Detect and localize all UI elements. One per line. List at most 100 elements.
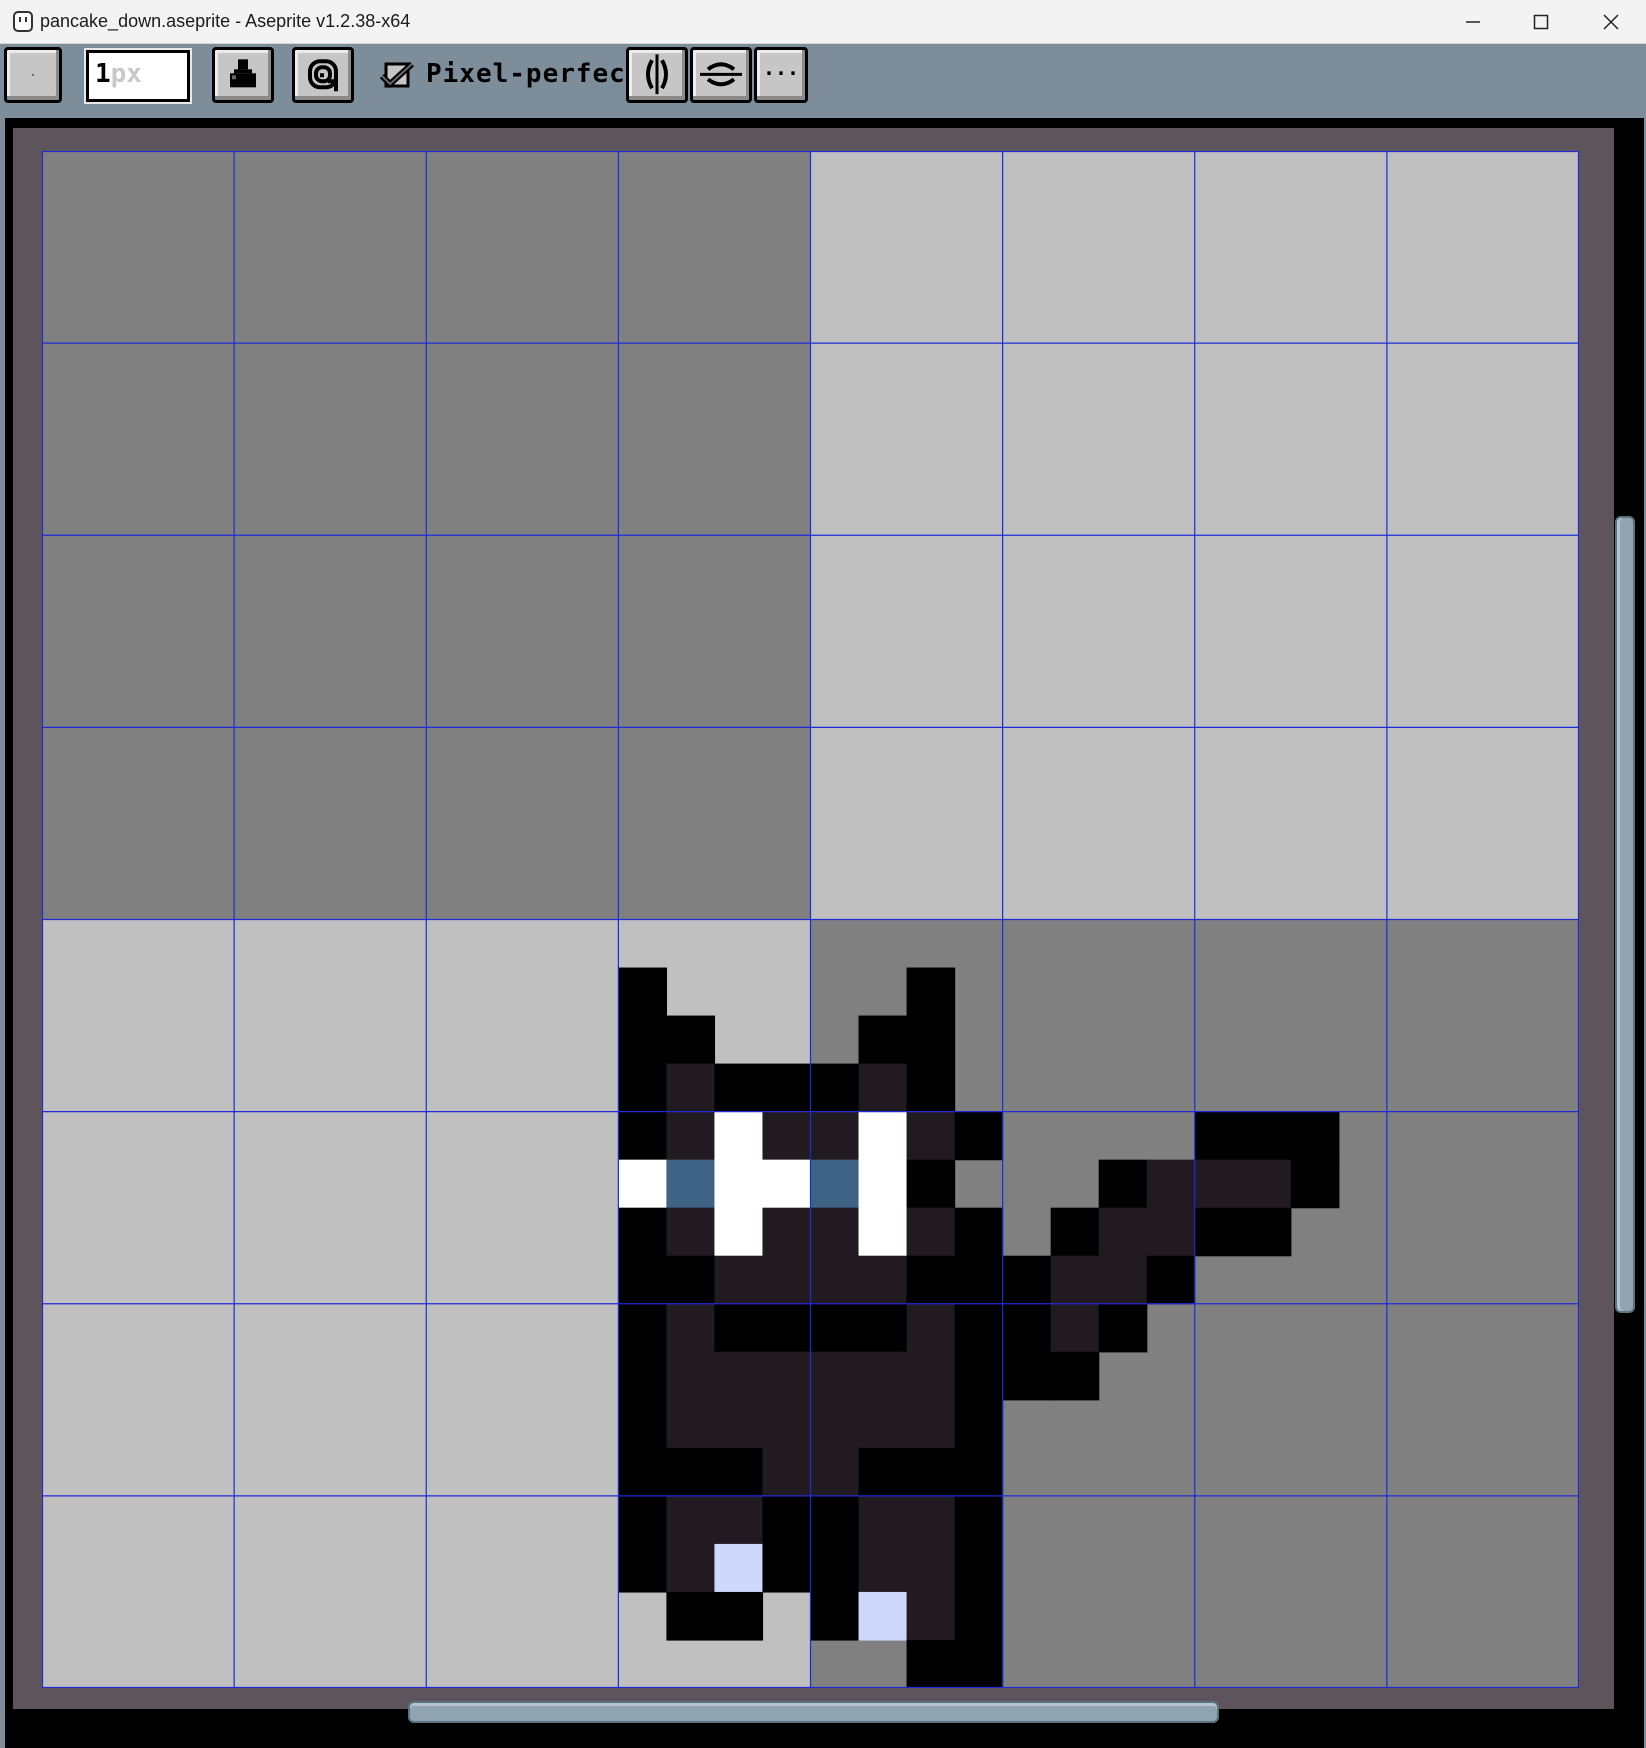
sprite-pixel	[954, 1495, 1004, 1545]
minimize-button[interactable]	[1438, 0, 1508, 43]
sprite-pixel	[810, 1159, 860, 1209]
brush-type-button[interactable]	[4, 47, 62, 103]
sprite-pixel	[858, 1207, 908, 1257]
checker-cell	[1386, 535, 1579, 728]
sprite-pixel	[714, 1351, 764, 1401]
checker-cell	[426, 343, 619, 536]
checker-cell	[42, 1303, 235, 1496]
maximize-button[interactable]	[1506, 0, 1576, 43]
checker-cell	[1002, 919, 1195, 1112]
checker-cell	[1194, 727, 1387, 920]
sprite-pixel	[1146, 1159, 1196, 1209]
checker-cell	[1386, 1495, 1579, 1688]
sprite-pixel	[714, 1255, 764, 1305]
brush-size-field[interactable]: 1px	[86, 50, 190, 102]
ink-type-button[interactable]	[212, 47, 274, 103]
more-options-label: ...	[762, 56, 800, 80]
sprite-pixel	[618, 1399, 668, 1449]
checker-cell	[42, 151, 235, 344]
sprite-pixel	[810, 1447, 860, 1497]
sprite-pixel	[858, 1591, 908, 1641]
opacity-button[interactable]	[292, 47, 354, 103]
checker-cell	[1002, 343, 1195, 536]
minimize-icon	[1466, 21, 1480, 23]
checker-cell	[1194, 343, 1387, 536]
sprite-pixel	[858, 1495, 908, 1545]
sprite-pixel	[618, 1063, 668, 1113]
checker-cell	[618, 151, 811, 344]
sprite-pixel	[714, 1063, 764, 1113]
sprite-pixel	[906, 1447, 956, 1497]
sprite-pixel	[618, 1495, 668, 1545]
sprite-pixel	[666, 1303, 716, 1353]
sprite-pixel	[810, 1399, 860, 1449]
checker-cell	[1386, 727, 1579, 920]
sprite-pixel	[1146, 1207, 1196, 1257]
sprite-pixel	[906, 1543, 956, 1593]
checker-cell	[618, 343, 811, 536]
sprite-pixel	[618, 1015, 668, 1065]
sprite-pixel	[810, 1063, 860, 1113]
sprite-pixel	[810, 1207, 860, 1257]
checker-cell	[426, 919, 619, 1112]
checker-cell	[1002, 151, 1195, 344]
sprite-pixel	[714, 1111, 764, 1161]
sprite-pixel	[762, 1495, 812, 1545]
opacity-spiral-icon	[308, 59, 338, 92]
sprite-pixel	[858, 1159, 908, 1209]
sprite-pixel	[858, 1015, 908, 1065]
vertical-scrollbar-thumb[interactable]	[1615, 516, 1635, 1313]
sprite-pixel	[618, 1351, 668, 1401]
sprite-pixel	[618, 1543, 668, 1593]
checker-cell	[426, 1495, 619, 1688]
sprite-pixel	[618, 1159, 668, 1209]
sprite-pixel	[810, 1255, 860, 1305]
sprite-pixel	[1242, 1111, 1292, 1161]
sprite-pixel	[954, 1111, 1004, 1161]
checker-cell	[1386, 151, 1579, 344]
sprite-pixel	[1290, 1111, 1340, 1161]
sprite-pixel	[762, 1447, 812, 1497]
close-button[interactable]	[1576, 0, 1646, 43]
checker-cell	[42, 727, 235, 920]
checker-cell	[1386, 1111, 1579, 1304]
sprite-pixel	[1002, 1351, 1052, 1401]
sprite-pixel	[762, 1543, 812, 1593]
sprite-pixel	[762, 1159, 812, 1209]
sprite-pixel	[906, 1495, 956, 1545]
checker-cell	[42, 535, 235, 728]
aseprite-icon	[13, 11, 33, 32]
ink-bottle-icon	[230, 59, 256, 88]
sprite-pixel	[714, 1207, 764, 1257]
sprite-pixel	[666, 1159, 716, 1209]
horizontal-symmetry-button[interactable]	[690, 47, 752, 103]
checker-cell	[1194, 1303, 1387, 1496]
vertical-symmetry-icon	[646, 54, 668, 95]
sprite-pixel	[714, 1303, 764, 1353]
horizontal-scrollbar-thumb[interactable]	[408, 1701, 1219, 1723]
sprite-pixel	[762, 1303, 812, 1353]
sprite-pixel	[762, 1111, 812, 1161]
sprite-pixel	[666, 1351, 716, 1401]
vertical-symmetry-button[interactable]	[626, 47, 688, 103]
pixel-perfect-checkbox[interactable]	[380, 62, 414, 90]
sprite-pixel	[1098, 1303, 1148, 1353]
more-options-button[interactable]: ...	[754, 47, 808, 103]
sprite-pixel	[858, 1063, 908, 1113]
checker-cell	[1002, 727, 1195, 920]
checker-cell	[1194, 919, 1387, 1112]
checker-cell	[426, 535, 619, 728]
sprite-pixel	[906, 1207, 956, 1257]
sprite-canvas[interactable]	[42, 151, 1579, 1688]
checker-cell	[234, 1495, 427, 1688]
sprite-pixel	[666, 1255, 716, 1305]
window-title: pancake_down.aseprite - Aseprite v1.2.38…	[40, 11, 411, 31]
checker-cell	[234, 535, 427, 728]
sprite-pixel	[666, 1015, 716, 1065]
sprite-pixel	[1050, 1351, 1100, 1401]
pixel-perfect-label[interactable]: Pixel-perfect	[426, 54, 643, 94]
brush-type-icon	[32, 73, 34, 76]
sprite-pixel	[858, 1255, 908, 1305]
checker-cell	[810, 727, 1003, 920]
sprite-pixel	[1098, 1159, 1148, 1209]
